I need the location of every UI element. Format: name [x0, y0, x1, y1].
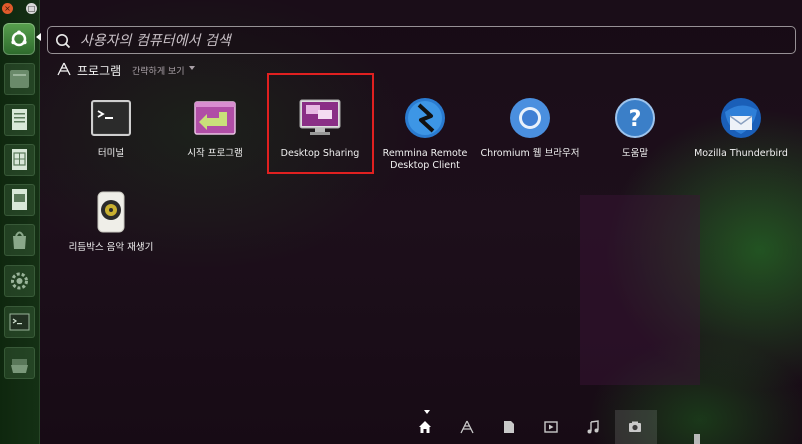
lens-files[interactable] — [489, 410, 531, 444]
lens-photo[interactable] — [615, 410, 657, 444]
launcher-writer[interactable] — [4, 104, 35, 136]
trash-icon — [11, 359, 28, 373]
launcher-calc[interactable] — [4, 144, 35, 176]
search-icon — [56, 34, 71, 49]
files-icon — [10, 70, 29, 88]
app-tile-thunderbird[interactable]: Mozilla Thunderbird — [686, 96, 796, 160]
home-lens-icon — [419, 421, 431, 433]
applications-lens-icon — [460, 420, 474, 434]
help-icon: ? — [613, 96, 657, 140]
maximize-button[interactable]: □ — [26, 3, 37, 14]
startup-applications-icon — [193, 96, 237, 140]
app-label: 도움말 — [621, 148, 649, 159]
launcher-impress[interactable] — [4, 184, 35, 216]
chromium-icon — [508, 96, 552, 140]
thunderbird-icon — [719, 96, 763, 140]
lens-music[interactable] — [573, 410, 615, 444]
terminal-icon — [89, 96, 133, 140]
lens-applications[interactable] — [447, 410, 489, 444]
software-center-icon — [13, 231, 26, 249]
launcher-files[interactable] — [4, 63, 35, 95]
applications-category-icon — [57, 62, 71, 76]
scrollbar-handle[interactable] — [694, 434, 700, 444]
search-bar[interactable] — [47, 26, 796, 54]
terminal-icon — [9, 313, 30, 331]
writer-icon — [12, 109, 27, 130]
app-tile-rhythmbox[interactable]: 리듬박스 음악 재생기 — [56, 190, 166, 254]
calc-icon — [12, 149, 27, 170]
app-tile-chromium[interactable]: Chromium 웹 브라우저 — [475, 96, 585, 160]
background-window — [580, 195, 700, 385]
ubuntu-logo-icon — [11, 30, 27, 47]
dash-home-button[interactable] — [3, 23, 35, 55]
settings-icon — [11, 272, 28, 290]
lens-video[interactable] — [531, 410, 573, 444]
search-input[interactable] — [78, 29, 782, 53]
files-lens-icon — [504, 421, 514, 433]
app-label: Mozilla Thunderbird — [694, 148, 788, 159]
app-label: 터미널 — [97, 148, 125, 159]
app-tile-remmina[interactable]: Remmina Remote Desktop Client — [370, 96, 480, 172]
close-button[interactable]: × — [2, 3, 13, 14]
launcher-trash[interactable] — [4, 347, 35, 379]
app-label: Remmina Remote Desktop Client — [382, 148, 468, 171]
lens-bar — [405, 410, 657, 444]
music-lens-icon — [587, 420, 599, 434]
rhythmbox-icon — [89, 190, 133, 234]
launcher: × □ — [0, 0, 41, 444]
app-tile-startup-applications[interactable]: 시작 프로그램 — [160, 96, 270, 160]
impress-icon — [12, 189, 27, 210]
chevron-down-icon[interactable] — [189, 66, 195, 71]
selection-highlight — [267, 73, 374, 174]
app-label: 시작 프로그램 — [187, 148, 243, 159]
app-label: 리듬박스 음악 재생기 — [68, 242, 154, 253]
section-title: 프로그램 — [77, 64, 122, 78]
app-tile-terminal[interactable]: 터미널 — [56, 96, 166, 160]
launcher-software-center[interactable] — [4, 224, 35, 256]
filter-toggle[interactable]: 간략하게 보기 — [132, 64, 185, 77]
active-arrow-icon — [36, 33, 41, 41]
launcher-settings[interactable] — [4, 265, 35, 297]
launcher-terminal[interactable] — [4, 306, 35, 338]
app-tile-help[interactable]: ? 도움말 — [580, 96, 690, 160]
lens-home[interactable] — [405, 410, 447, 444]
video-lens-icon — [544, 421, 558, 433]
window-controls: × □ — [0, 2, 40, 16]
remmina-icon — [403, 96, 447, 140]
svg-text:?: ? — [629, 107, 642, 132]
photo-lens-icon — [629, 421, 641, 432]
app-label: Chromium 웹 브라우저 — [480, 148, 580, 159]
